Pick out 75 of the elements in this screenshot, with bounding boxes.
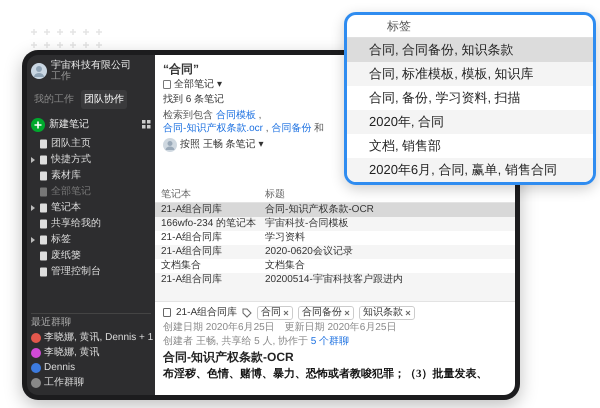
table-cell-text: 21-A组合同库 — [161, 273, 224, 287]
tag-chip[interactable]: 合同备份 — [298, 306, 354, 320]
table-cell-text: 宇宙科技-合同模板 — [265, 217, 350, 231]
scope-dropdown[interactable]: 全部笔记 ▾ — [174, 77, 222, 92]
table-cell-text: 20200514-宇宙科技客户跟进内 — [265, 273, 404, 287]
table-cell-text: 21-A组合同库 — [161, 245, 224, 259]
table-cell-text: 21-A组合同库 — [161, 231, 224, 245]
search-matches: 检索到包含 合同模板 , 合同-知识产权条款.ocr , 合同备份 和 — [163, 109, 326, 135]
tag-chip[interactable]: 知识条款 — [359, 306, 416, 320]
table-row[interactable]: 21-A组合同库 2020-0620会议记录 — [155, 245, 515, 259]
account-name: 宇宙科技有限公司 — [51, 60, 131, 71]
table-cell-text: 文档集合 — [265, 259, 306, 273]
table-cell-text: 21-A组合同库 — [161, 203, 224, 217]
table-cell-text: 166wfo-234 的笔记本 — [161, 217, 258, 231]
tag-row[interactable]: 合同, 标准模板, 模板, 知识库 — [347, 62, 593, 86]
grid-icon[interactable] — [142, 120, 151, 129]
chat-item[interactable]: 李晓娜, 黄讯 — [44, 345, 100, 360]
column-header[interactable]: 笔记本 — [161, 188, 265, 202]
new-note-button[interactable]: 新建笔记 — [31, 117, 89, 132]
tag-icon — [242, 308, 252, 318]
tag-row[interactable]: 合同, 合同备份, 知识条款 — [347, 38, 593, 62]
match-link[interactable]: 合同备份 — [271, 123, 312, 134]
tag-row[interactable]: 文档, 销售部 — [347, 134, 593, 158]
section-heading: 最近群聊 — [31, 313, 151, 330]
tag-row[interactable]: 2020年, 合同 — [347, 110, 593, 134]
chat-item[interactable]: Dennis — [44, 360, 76, 375]
sidebar-item[interactable]: 团队主页 — [51, 136, 91, 152]
expand-icon[interactable] — [31, 237, 35, 243]
tag-row[interactable]: 合同, 备份, 学习资料, 扫描 — [347, 86, 593, 110]
chat-item[interactable]: 李晓娜, 黄讯, Dennis + 1 — [44, 330, 154, 345]
result-count: 找到 6 条笔记 — [163, 92, 226, 107]
table-cell-text: 学习资料 — [265, 231, 306, 245]
sidebar-item[interactable]: 素材库 — [51, 168, 81, 184]
match-link[interactable]: 合同模板 — [216, 110, 256, 121]
sidebar-tab[interactable]: 团队协作 — [81, 90, 127, 109]
expand-icon[interactable] — [31, 157, 35, 163]
chat-link[interactable]: 5 个群聊 — [310, 336, 350, 347]
table-cell-text: 2020-0620会议记录 — [265, 245, 354, 259]
note-title: 合同-知识产权条款-OCR — [163, 349, 295, 366]
account-type: 工作 — [51, 71, 72, 82]
close-icon[interactable] — [344, 310, 350, 316]
sidebar-tab[interactable]: 我的工作 — [31, 90, 77, 109]
sidebar-item[interactable]: 管理控制台 — [51, 264, 101, 280]
avatar-icon — [163, 138, 177, 152]
table-row[interactable]: 21-A组合同库 合同-知识产权条款-OCR — [155, 203, 515, 217]
table-row[interactable]: 文档集合 文档集合 — [155, 259, 515, 273]
notebook-name[interactable]: 21-A组合同库 — [176, 305, 238, 320]
tag-chip[interactable]: 合同 — [257, 306, 294, 320]
notebook-icon — [163, 308, 171, 317]
close-icon[interactable] — [405, 310, 412, 316]
created-date: 创建日期 2020年6月25日 — [163, 320, 275, 335]
sidebar-item[interactable]: 废纸篓 — [51, 248, 81, 264]
sidebar-item[interactable]: 快捷方式 — [51, 152, 91, 168]
table-cell-text: 文档集合 — [161, 259, 202, 273]
sharing-info: 创建者 王畅, 共享给 5 人, 协作于 5 个群聊 — [163, 335, 350, 349]
table-cell-text: 合同-知识产权条款-OCR — [265, 203, 375, 217]
sidebar-item[interactable]: 笔记本 — [51, 200, 81, 216]
updated-date: 更新日期 2020年6月25日 — [284, 320, 396, 335]
sidebar-item[interactable]: 标签 — [51, 232, 71, 248]
match-link[interactable]: 合同-知识产权条款.ocr — [163, 123, 263, 134]
tag-row[interactable]: 2020年6月, 合同, 赢单, 销售合同 — [347, 158, 593, 182]
expand-icon[interactable] — [31, 205, 35, 211]
column-header[interactable]: 标题 — [265, 188, 515, 202]
plus-icon — [31, 118, 45, 132]
sidebar-item[interactable]: 共享给我的 — [51, 216, 101, 232]
notes-icon — [163, 80, 171, 89]
table-row[interactable]: 21-A组合同库 学习资料 — [155, 231, 515, 245]
close-icon[interactable] — [283, 310, 290, 316]
avatar-icon[interactable] — [31, 63, 47, 79]
chat-item[interactable]: 工作群聊 — [44, 375, 84, 390]
note-body: 布淫秽、色情、赌博、暴力、恐怖或者教唆犯罪；（3）批量发表、 — [163, 366, 488, 382]
search-title: “合同” — [163, 61, 200, 77]
table-row[interactable]: 21-A组合同库 20200514-宇宙科技客户跟进内 — [155, 273, 515, 287]
sort-dropdown[interactable]: 按照 王畅 条笔记 ▾ — [180, 137, 264, 152]
table-row[interactable]: 166wfo-234 的笔记本 宇宙科技-合同模板 — [155, 217, 515, 231]
